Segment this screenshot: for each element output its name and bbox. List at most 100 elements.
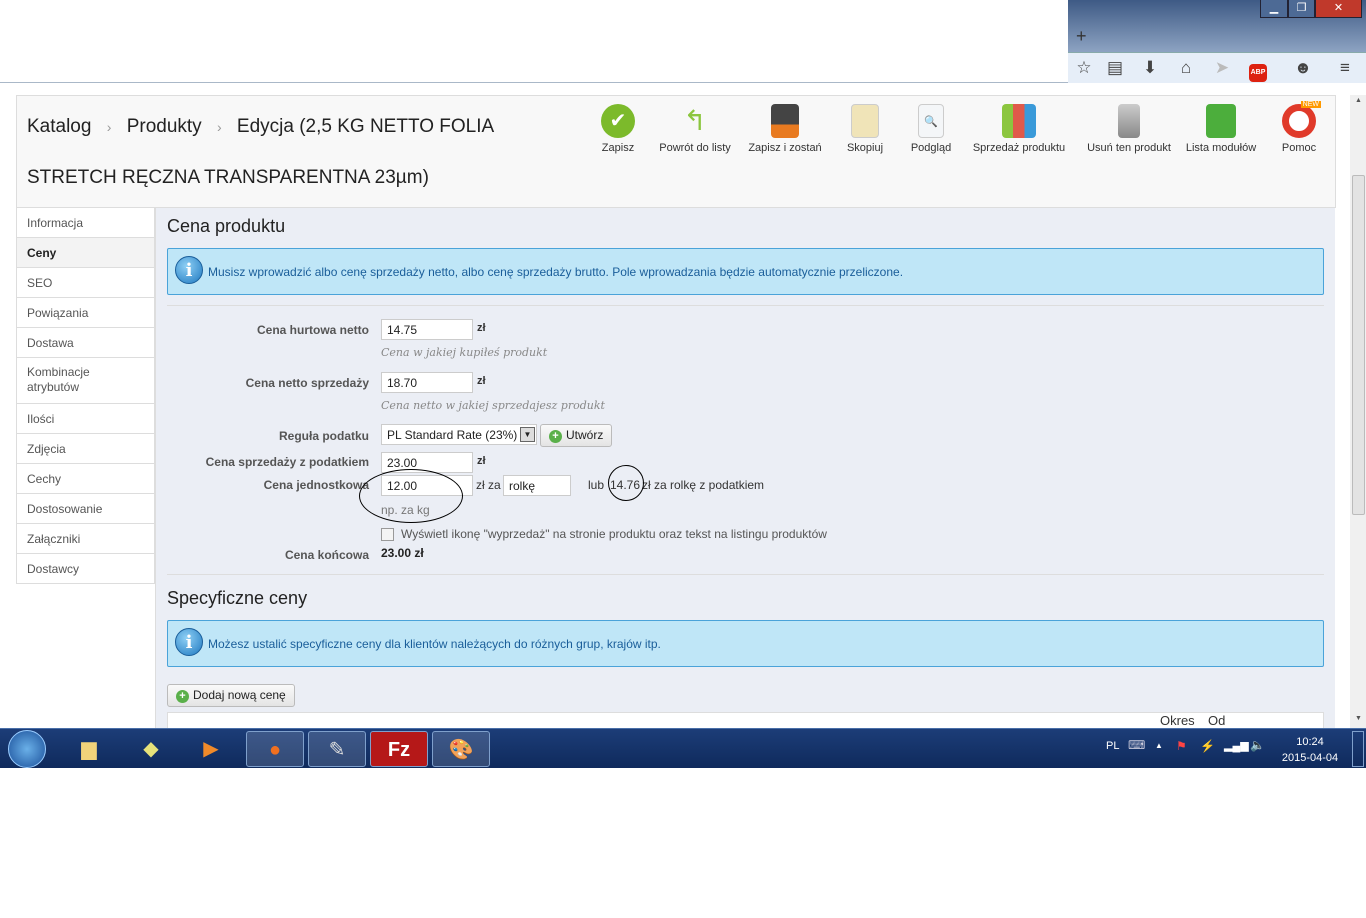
- scrollbar-thumb[interactable]: [1352, 175, 1365, 515]
- product-sales-button[interactable]: Sprzedaż produktu: [969, 104, 1069, 154]
- save-stay-label: Zapisz i zostań: [748, 142, 822, 154]
- create-label: Utwórz: [566, 428, 604, 442]
- currency: zł: [477, 375, 486, 387]
- breadcrumb-current: Edycja (2,5 KG NETTO FOLIA: [236, 116, 495, 137]
- time: 10:24: [1296, 736, 1324, 748]
- date: 2015-04-04: [1281, 752, 1339, 764]
- create-tax-rule-button[interactable]: + Utwórz: [540, 424, 613, 447]
- trash-icon: [1118, 104, 1140, 138]
- clock[interactable]: 10:24 2015-04-04: [1278, 734, 1342, 766]
- file-explorer-icon[interactable]: ▆: [60, 731, 118, 767]
- tab-ilosci[interactable]: Ilości: [16, 404, 155, 434]
- new-tab-button[interactable]: +: [1076, 26, 1087, 47]
- scroll-up-arrow[interactable]: ▲: [1355, 97, 1362, 104]
- bar-chart-icon: [1002, 104, 1036, 138]
- plus-icon: +: [549, 430, 562, 443]
- scroll-down-arrow[interactable]: ▼: [1355, 715, 1362, 722]
- filezilla-icon[interactable]: Fz: [370, 731, 428, 767]
- menu-icon[interactable]: ≡: [1334, 58, 1356, 78]
- annotation-circle: [359, 469, 463, 523]
- keyboard-icon[interactable]: ⌨: [1128, 738, 1145, 752]
- tab-seo[interactable]: SEO: [16, 268, 155, 298]
- tab-powiazania[interactable]: Powiązania: [16, 298, 155, 328]
- delete-label: Usuń ten produkt: [1087, 142, 1171, 154]
- back-label: Powrót do listy: [659, 142, 731, 154]
- maximize-button[interactable]: ❐: [1288, 0, 1315, 18]
- add-price-label: Dodaj nową cenę: [193, 688, 286, 702]
- tab-kombinacje[interactable]: Kombinacje atrybutów: [16, 358, 155, 404]
- tab-dostawa[interactable]: Dostawa: [16, 328, 155, 358]
- delete-product-button[interactable]: Usuń ten produkt: [1083, 104, 1175, 154]
- help-button[interactable]: NEW Pomoc: [1275, 101, 1323, 154]
- save-and-stay-button[interactable]: Zapisz i zostań: [745, 104, 825, 154]
- product-tabs: Informacja Ceny SEO Powiązania Dostawa K…: [16, 208, 155, 584]
- tab-ceny[interactable]: Ceny: [16, 238, 155, 268]
- tab-cechy[interactable]: Cechy: [16, 464, 155, 494]
- info-icon: i: [175, 256, 203, 284]
- wholesale-price-input[interactable]: 14.75: [381, 319, 473, 340]
- firefox-icon[interactable]: ●: [246, 731, 304, 767]
- final-price-label: Cena końcowa: [284, 548, 369, 562]
- back-arrow-icon: ↰: [683, 105, 707, 136]
- new-badge: NEW: [1300, 101, 1321, 108]
- copy-button[interactable]: Skopiuj: [839, 104, 891, 154]
- action-center-icon[interactable]: ⚑: [1176, 739, 1187, 753]
- floppy-icon: [771, 104, 799, 138]
- show-desktop-button[interactable]: [1352, 731, 1364, 767]
- net-price-label: Cena netto sprzedaży: [245, 376, 369, 390]
- sticky-notes-icon[interactable]: ◆: [122, 731, 180, 767]
- modules-list-button[interactable]: Lista modułów: [1181, 104, 1261, 154]
- chevron-down-icon[interactable]: ▼: [520, 427, 535, 442]
- windows-taskbar: ▆ ◆ ▶ ● ✎ Fz 🎨 PL ⌨ ▲ ⚑ ⚡ ▂▄▆ 🔈 10:24 201…: [0, 728, 1366, 768]
- power-icon[interactable]: ⚡: [1200, 739, 1215, 753]
- divider: [167, 305, 1324, 306]
- currency: zł: [477, 455, 486, 467]
- plus-icon: +: [176, 690, 189, 703]
- start-button[interactable]: [8, 730, 46, 768]
- tax-rule-select[interactable]: PL Standard Rate (23%) ▼: [381, 424, 537, 445]
- adblock-icon[interactable]: ABP: [1249, 64, 1267, 82]
- wholesale-hint: Cena w jakiej kupiłeś produkt: [381, 346, 548, 359]
- net-price-input[interactable]: 18.70: [381, 372, 473, 393]
- on-sale-label: Wyświetl ikonę "wyprzedaż" na stronie pr…: [401, 527, 827, 541]
- breadcrumb-katalog[interactable]: Katalog: [27, 116, 91, 137]
- minimize-button[interactable]: ▁: [1260, 0, 1288, 18]
- gross-price-label: Cena sprzedaży z podatkiem: [205, 455, 369, 469]
- volume-icon[interactable]: 🔈: [1250, 738, 1265, 752]
- star-icon[interactable]: ☆: [1073, 58, 1095, 78]
- final-price-value: 23.00 zł: [381, 546, 424, 560]
- inkscape-icon[interactable]: ✎: [308, 731, 366, 767]
- tab-zalaczniki[interactable]: Załączniki: [16, 524, 155, 554]
- add-specific-price-button[interactable]: + Dodaj nową cenę: [167, 684, 295, 707]
- chat-icon[interactable]: ☻: [1292, 58, 1314, 78]
- tab-informacja[interactable]: Informacja: [16, 208, 155, 238]
- reading-list-icon[interactable]: ▤: [1104, 58, 1126, 78]
- network-icon[interactable]: ▂▄▆: [1224, 739, 1249, 752]
- media-player-icon[interactable]: ▶: [182, 731, 240, 767]
- tab-zdjecia[interactable]: Zdjęcia: [16, 434, 155, 464]
- paint-icon[interactable]: 🎨: [432, 731, 490, 767]
- page-title: STRETCH RĘCZNA TRANSPARENTNA 23µm): [27, 167, 429, 188]
- wholesale-label: Cena hurtowa netto: [256, 323, 369, 337]
- page-scrollbar[interactable]: ▲ ▼: [1350, 95, 1366, 728]
- download-icon[interactable]: ⬇: [1139, 58, 1161, 78]
- on-sale-checkbox[interactable]: [381, 528, 394, 541]
- price-info-alert: i Musisz wprowadzić albo cenę sprzedaży …: [167, 248, 1324, 295]
- tab-dostawcy[interactable]: Dostawcy: [16, 554, 155, 584]
- price-info-text: Musisz wprowadzić albo cenę sprzedaży ne…: [208, 265, 904, 279]
- toolbar-border: [0, 82, 1068, 83]
- language-indicator[interactable]: PL: [1106, 740, 1119, 752]
- send-icon[interactable]: ➤: [1211, 58, 1233, 78]
- breadcrumb-produkty[interactable]: Produkty: [127, 116, 202, 137]
- show-hidden-icons[interactable]: ▲: [1155, 741, 1163, 750]
- tab-dostosowanie[interactable]: Dostosowanie: [16, 494, 155, 524]
- close-window-button[interactable]: ✕: [1315, 0, 1362, 18]
- specific-info-alert: i Możesz ustalić specyficzne ceny dla kl…: [167, 620, 1324, 667]
- preview-button[interactable]: 🔍 Podgląd: [905, 104, 957, 154]
- save-button[interactable]: ✔ Zapisz: [591, 104, 645, 154]
- preview-label: Podgląd: [910, 142, 952, 154]
- unit-name-input[interactable]: rolkę: [503, 475, 571, 496]
- home-icon[interactable]: ⌂: [1175, 58, 1197, 78]
- back-to-list-button[interactable]: ↰ Powrót do listy: [655, 104, 735, 154]
- save-label: Zapisz: [601, 142, 635, 154]
